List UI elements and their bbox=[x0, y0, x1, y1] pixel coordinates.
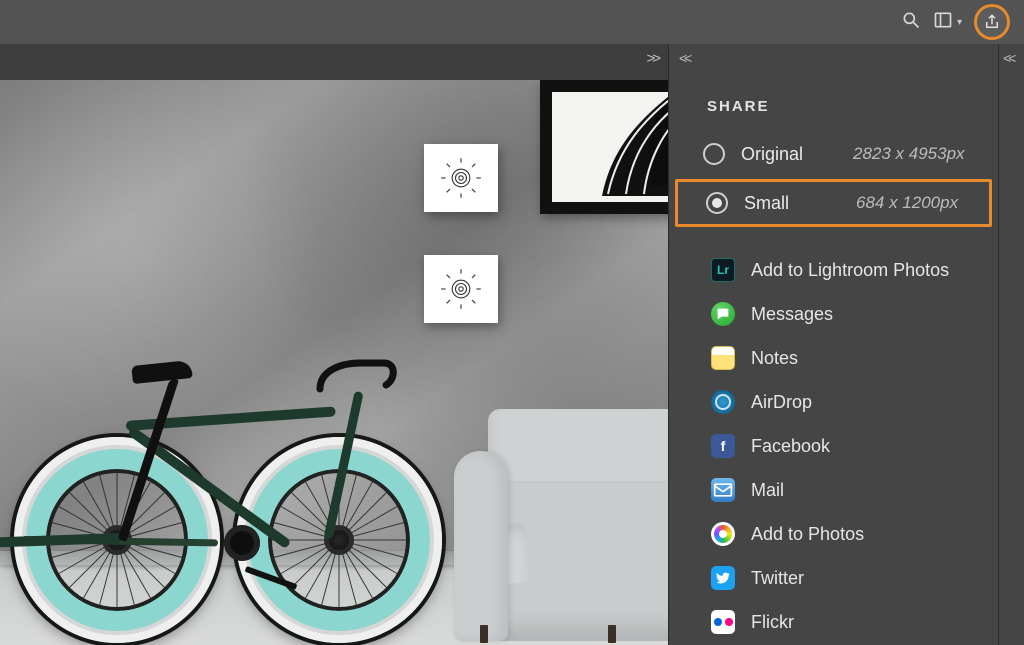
airdrop-icon bbox=[711, 390, 735, 414]
share-size-dimensions: 2823 x 4953px bbox=[853, 144, 965, 164]
share-size-original[interactable]: Original 2823 x 4953px bbox=[669, 133, 998, 175]
share-panel-title: SHARE bbox=[669, 44, 998, 133]
wall-art-plant-frame bbox=[540, 80, 668, 214]
right-panel-rail: << bbox=[998, 44, 1024, 645]
share-destination-twitter[interactable]: Twitter bbox=[669, 559, 998, 597]
mail-icon bbox=[711, 478, 735, 502]
share-size-small[interactable]: Small 684 x 1200px bbox=[675, 179, 992, 227]
facebook-icon: f bbox=[711, 434, 735, 458]
share-size-dimensions: 684 x 1200px bbox=[856, 193, 958, 213]
share-destination-list: Lr Add to Lightroom Photos Messages Note… bbox=[669, 251, 998, 641]
flickr-icon bbox=[711, 610, 735, 634]
lightroom-icon: Lr bbox=[711, 258, 735, 282]
document-tab-strip: >> bbox=[0, 44, 668, 80]
share-destination-label: Facebook bbox=[751, 436, 830, 457]
share-icon bbox=[983, 13, 1001, 31]
twitter-icon bbox=[711, 566, 735, 590]
collapse-panel-icon[interactable]: >> bbox=[646, 50, 658, 67]
share-destination-label: Notes bbox=[751, 348, 798, 369]
share-button[interactable] bbox=[974, 4, 1010, 40]
share-destination-mail[interactable]: Mail bbox=[669, 471, 998, 509]
search-icon[interactable] bbox=[901, 10, 921, 35]
app-toolbar: ▾ bbox=[0, 0, 1024, 44]
share-destination-label: Mail bbox=[751, 480, 784, 501]
document-canvas[interactable] bbox=[0, 80, 668, 645]
share-destination-label: Messages bbox=[751, 304, 833, 325]
radio-icon bbox=[706, 192, 728, 214]
share-destination-lightroom[interactable]: Lr Add to Lightroom Photos bbox=[669, 251, 998, 289]
collapse-share-panel-icon[interactable]: << bbox=[679, 50, 689, 66]
bicycle bbox=[26, 323, 466, 643]
share-destination-label: AirDrop bbox=[751, 392, 812, 413]
share-destination-notes[interactable]: Notes bbox=[669, 339, 998, 377]
sofa bbox=[458, 391, 668, 641]
notes-icon bbox=[711, 346, 735, 370]
share-destination-messages[interactable]: Messages bbox=[669, 295, 998, 333]
messages-icon bbox=[711, 302, 735, 326]
share-destination-airdrop[interactable]: AirDrop bbox=[669, 383, 998, 421]
chevron-down-icon: ▾ bbox=[957, 17, 962, 28]
radio-icon bbox=[703, 143, 725, 165]
share-destination-label: Add to Lightroom Photos bbox=[751, 260, 949, 281]
workspace-switcher[interactable]: ▾ bbox=[933, 10, 962, 35]
wall-art-small-1 bbox=[424, 144, 498, 212]
share-destination-label: Flickr bbox=[751, 612, 794, 633]
share-destination-facebook[interactable]: f Facebook bbox=[669, 427, 998, 465]
collapse-right-rail-icon[interactable]: << bbox=[1003, 50, 1013, 66]
share-panel: << SHARE Original 2823 x 4953px Small 68… bbox=[668, 44, 998, 645]
wall-art-small-2 bbox=[424, 255, 498, 323]
share-size-label: Original bbox=[741, 144, 837, 165]
share-destination-photos[interactable]: Add to Photos bbox=[669, 515, 998, 553]
share-destination-label: Add to Photos bbox=[751, 524, 864, 545]
panel-layout-icon bbox=[933, 10, 953, 35]
share-destination-label: Twitter bbox=[751, 568, 804, 589]
photos-icon bbox=[711, 522, 735, 546]
share-destination-flickr[interactable]: Flickr bbox=[669, 603, 998, 641]
image-scene bbox=[0, 80, 668, 645]
share-size-label: Small bbox=[744, 193, 840, 214]
